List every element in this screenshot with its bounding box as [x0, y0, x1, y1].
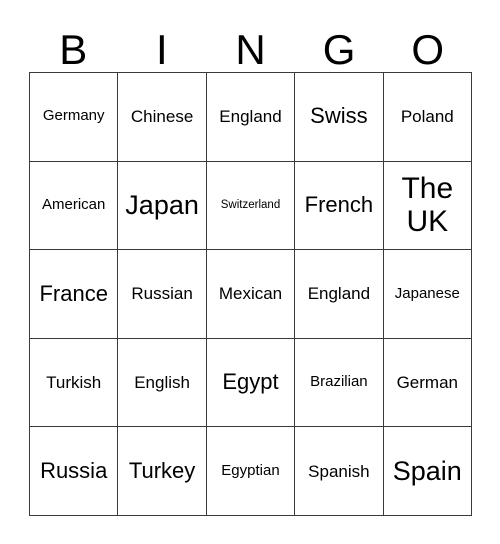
bingo-cell-label: France — [39, 280, 108, 306]
bingo-cell-label: French — [304, 192, 374, 218]
bingo-cell[interactable]: France — [30, 250, 119, 339]
bingo-cell-label: Japanese — [394, 284, 460, 302]
bingo-cell[interactable]: Spain — [383, 427, 472, 516]
bingo-cell-label: The UK — [401, 171, 454, 239]
bingo-cell[interactable]: England — [295, 250, 384, 339]
bingo-header-letter-b: B — [59, 26, 88, 73]
bingo-cell[interactable]: Turkey — [118, 427, 207, 516]
bingo-cell[interactable]: Switzerland — [206, 161, 296, 251]
bingo-cell-label: Turkish — [46, 373, 102, 393]
bingo-cell-label: Swiss — [310, 103, 368, 129]
bingo-cell-label: Poland — [400, 107, 454, 127]
bingo-cell-label: Germany — [42, 107, 105, 125]
bingo-header-row: B I N G O — [29, 14, 472, 72]
bingo-cell-label: Mexican — [218, 284, 283, 304]
bingo-cell[interactable]: Japan — [118, 161, 207, 251]
bingo-cell[interactable]: The UK — [383, 161, 472, 251]
bingo-cell[interactable]: Turkish — [30, 338, 119, 428]
bingo-cell-label: England — [307, 284, 371, 304]
bingo-cell[interactable]: England — [206, 73, 296, 162]
bingo-cell-label: Egyptian — [221, 461, 280, 479]
bingo-header-letter-i: I — [156, 26, 168, 73]
bingo-cell[interactable]: German — [383, 338, 472, 428]
bingo-cell-label: Brazilian — [310, 373, 368, 391]
bingo-header-letter-n: N — [235, 26, 266, 73]
bingo-cell[interactable]: Chinese — [118, 73, 207, 162]
bingo-cell-label: Chinese — [130, 107, 194, 127]
bingo-cell-label: English — [134, 373, 190, 393]
bingo-cell[interactable]: Russia — [30, 427, 119, 516]
bingo-cell-label: Switzerland — [220, 198, 281, 211]
bingo-header-letter-g: G — [322, 26, 356, 73]
bingo-cell[interactable]: English — [118, 338, 207, 428]
bingo-cell-label: Spanish — [308, 461, 370, 481]
bingo-cell-label: England — [219, 107, 282, 127]
bingo-cell[interactable]: French — [295, 161, 384, 251]
bingo-cell[interactable]: Spanish — [295, 427, 384, 516]
bingo-cell[interactable]: American — [30, 161, 119, 251]
bingo-cell-label: Russia — [40, 457, 108, 483]
bingo-cell[interactable]: Russian — [118, 250, 207, 339]
bingo-cell-label: American — [42, 195, 106, 213]
bingo-card: B I N G O Germany Chinese England Swiss Pola… — [0, 0, 500, 544]
bingo-cell[interactable]: Brazilian — [295, 338, 384, 428]
bingo-header-letter-o: O — [411, 26, 444, 73]
bingo-cell-label: Egypt — [222, 369, 279, 395]
bingo-cell[interactable]: Japanese — [383, 250, 472, 339]
bingo-cell-label: Russian — [131, 284, 193, 304]
bingo-cell-label: Turkey — [128, 457, 196, 483]
bingo-cell[interactable]: Egypt — [206, 338, 296, 428]
bingo-cell-label: Spain — [392, 456, 462, 487]
bingo-cell-label: Japan — [125, 190, 199, 221]
bingo-cell-label: German — [396, 373, 458, 393]
bingo-cell[interactable]: Mexican — [206, 250, 296, 339]
bingo-cell[interactable]: Poland — [383, 73, 472, 162]
bingo-cell[interactable]: Egyptian — [206, 427, 296, 516]
bingo-cell[interactable]: Germany — [30, 73, 119, 162]
bingo-cell[interactable]: Swiss — [295, 73, 384, 162]
bingo-grid: Germany Chinese England Swiss Poland American… — [29, 72, 472, 516]
